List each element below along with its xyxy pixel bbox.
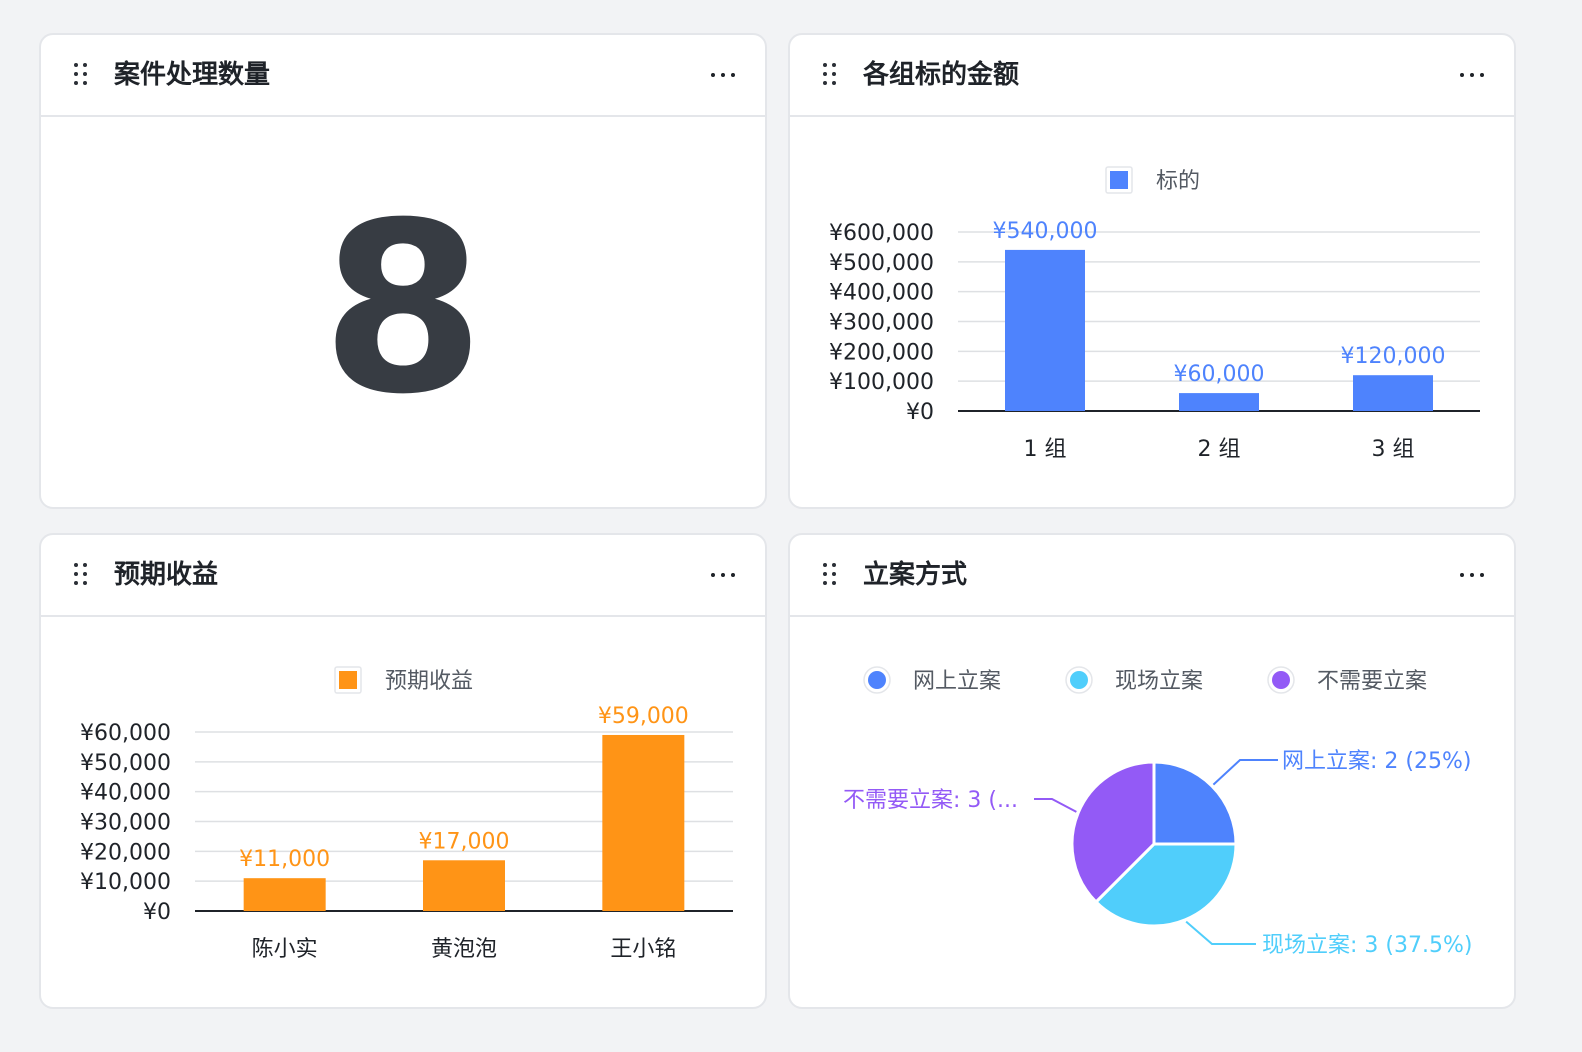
pie-slice-label: 现场立案: 3 (37.5%) xyxy=(1262,933,1472,958)
card-header: 案件处理数量 xyxy=(41,35,765,117)
drag-handle-icon[interactable] xyxy=(74,63,90,89)
group-amount-chart: 标的 ¥0 ¥100,000 ¥200,000 ¥300,000 ¥400,000 ¥500… xyxy=(829,166,1480,462)
expected-income-chart: 预期收益 ¥0 ¥10,000 ¥20,000 ¥30,000 ¥40,000 ¥50,00… xyxy=(80,666,733,962)
case-count-card: 案件处理数量 8 xyxy=(39,33,767,509)
bar xyxy=(243,878,326,911)
filing-method-card: 立案方式 网上立案 现场立案 不需要立案 网上立案: 2 (25%) 现场立案: 3 (… xyxy=(788,533,1516,1009)
x-tick-label: 陈小实 xyxy=(252,937,318,962)
y-tick-label: ¥20,000 xyxy=(80,840,171,865)
group-amount-card: 各组标的金额 标的 ¥0 ¥100,000 ¥200,000 ¥300,000 ¥400,… xyxy=(788,33,1516,509)
bar-value-label: ¥60,000 xyxy=(1174,362,1265,387)
x-tick-label: 3 组 xyxy=(1372,437,1415,462)
y-tick-label: ¥600,000 xyxy=(829,221,934,246)
filing-method-chart: 网上立案 现场立案 不需要立案网上立案: 2 (25%) 现场立案: 3 (37.5%… xyxy=(843,666,1472,958)
y-tick-label: ¥200,000 xyxy=(829,340,934,365)
y-tick-label: ¥40,000 xyxy=(80,781,171,806)
card-title: 案件处理数量 xyxy=(114,60,271,90)
pie-slice-label: 不需要立案: 3 (... xyxy=(843,788,1018,813)
pie-leader-line xyxy=(1212,759,1278,786)
bar xyxy=(423,860,505,911)
y-tick-label: ¥400,000 xyxy=(829,281,934,306)
legend-marker xyxy=(1110,171,1128,189)
pie-leader-line xyxy=(1185,920,1256,945)
y-tick-label: ¥50,000 xyxy=(80,751,171,776)
more-icon[interactable] xyxy=(705,59,741,91)
expected-income-card: 预期收益 预期收益 ¥0 ¥10,000 ¥20,000 ¥30,000 ¥40,000 ¥… xyxy=(39,533,767,1009)
x-tick-label: 黄泡泡 xyxy=(431,937,497,962)
legend-label: 网上立案 xyxy=(913,669,1001,694)
bar xyxy=(602,734,685,911)
bar-value-label: ¥17,000 xyxy=(419,829,510,854)
bar xyxy=(1005,249,1085,411)
y-tick-label: ¥100,000 xyxy=(829,370,934,395)
bar xyxy=(1353,375,1433,411)
x-tick-label: 1 组 xyxy=(1024,437,1067,462)
legend-marker xyxy=(868,671,886,689)
legend-marker xyxy=(1272,671,1290,689)
card-body: 8 xyxy=(41,117,765,507)
legend-marker xyxy=(339,671,357,689)
y-tick-label: ¥300,000 xyxy=(829,311,934,336)
y-tick-label: ¥30,000 xyxy=(80,811,171,836)
y-tick-label: ¥60,000 xyxy=(80,721,171,746)
x-tick-label: 2 组 xyxy=(1198,437,1241,462)
pie-slice-label: 网上立案: 2 (25%) xyxy=(1282,749,1471,774)
legend-label: 标的 xyxy=(1156,169,1200,194)
x-tick-label: 王小铭 xyxy=(610,937,676,962)
legend-label: 现场立案 xyxy=(1115,669,1203,694)
y-tick-label: ¥0 xyxy=(906,400,934,425)
bar xyxy=(1179,393,1259,411)
pie-leader-line xyxy=(1034,798,1077,813)
legend-label: 预期收益 xyxy=(385,669,473,694)
legend-label: 不需要立案 xyxy=(1317,669,1427,694)
y-tick-label: ¥500,000 xyxy=(829,251,934,276)
case-count-value: 8 xyxy=(321,173,485,446)
bar-value-label: ¥11,000 xyxy=(239,847,330,872)
y-tick-label: ¥0 xyxy=(143,900,171,925)
bar-value-label: ¥59,000 xyxy=(598,704,689,729)
bar-value-label: ¥540,000 xyxy=(993,219,1098,244)
y-tick-label: ¥10,000 xyxy=(80,870,171,895)
bar-value-label: ¥120,000 xyxy=(1341,344,1446,369)
legend-marker xyxy=(1070,671,1088,689)
